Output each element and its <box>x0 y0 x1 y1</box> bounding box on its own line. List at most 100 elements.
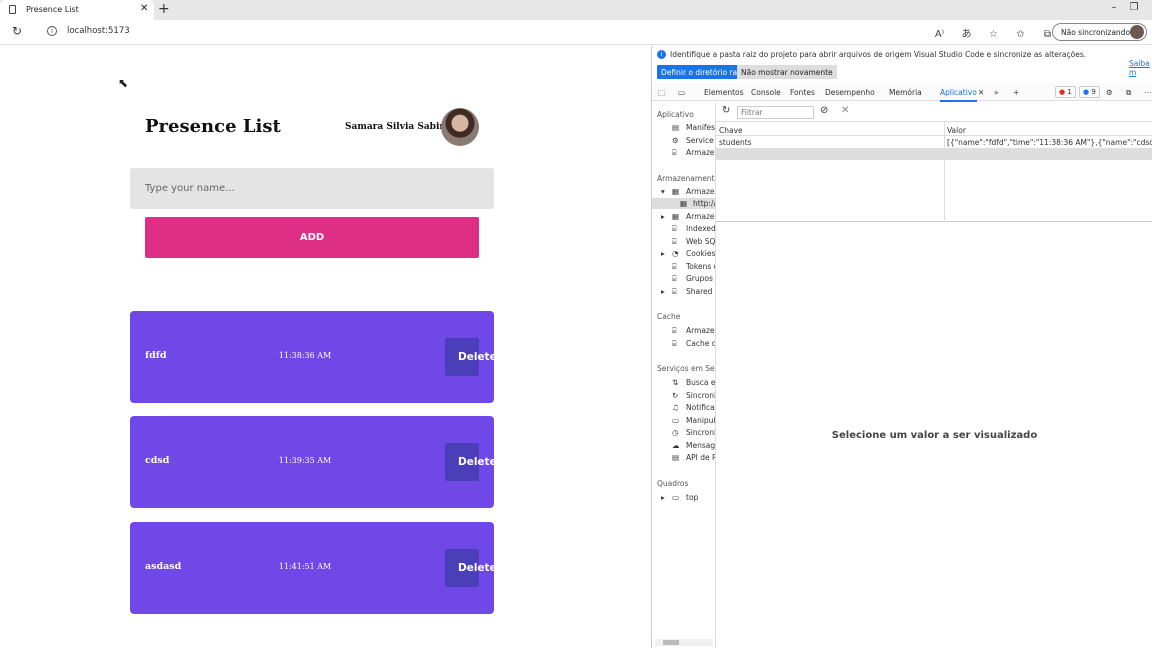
student-time: 11:38:36 AM <box>278 351 332 360</box>
new-tab-icon[interactable]: + <box>158 1 170 17</box>
table-row[interactable]: students [{"name":"fdfd","time":"11:38:3… <box>716 135 1152 148</box>
set-root-button[interactable]: Definir o diretório raiz <box>657 65 748 79</box>
sidebar-item-storage[interactable]: Armazen <box>686 148 715 157</box>
filter-input[interactable] <box>737 106 814 119</box>
minimize-icon[interactable]: – <box>1104 2 1124 13</box>
sidebar-item-localhost[interactable]: http:// <box>693 199 715 208</box>
url-field[interactable]: localhost:5173 <box>67 26 130 36</box>
add-button[interactable]: ADD <box>145 217 479 258</box>
more-options-icon[interactable]: ⋯ <box>1144 88 1152 97</box>
browser-tab[interactable]: Presence List ✕ <box>0 0 154 20</box>
clock-icon: ◷ <box>672 428 679 437</box>
tab-elements[interactable]: Elementos <box>704 88 744 97</box>
read-aloud-icon[interactable]: A⁾ <box>926 29 953 40</box>
favorites-icon[interactable]: ✩ <box>1007 29 1034 40</box>
sidebar-item-session-storage[interactable]: Armazen <box>686 212 715 221</box>
horizontal-scrollbar[interactable] <box>655 639 713 646</box>
database-icon: ⌸ <box>672 274 677 283</box>
reload-icon[interactable]: ↻ <box>12 24 22 38</box>
empty-value-message: Selecione um valor a ser visualizado <box>831 430 1038 441</box>
chevron-right-icon[interactable]: ▸ <box>661 212 665 221</box>
table-row-empty[interactable] <box>716 148 1152 160</box>
tab-performance[interactable]: Desempenho <box>825 88 875 97</box>
notice-text: Identifique a pasta raiz do projeto para… <box>670 50 1087 59</box>
tab-memory[interactable]: Memória <box>889 88 922 97</box>
translate-icon[interactable]: あ <box>953 25 980 40</box>
database-icon: ⌸ <box>672 339 677 348</box>
delete-selected-icon[interactable]: ✕ <box>841 105 849 116</box>
sidebar-item-reporting-api[interactable]: API de R <box>686 453 715 462</box>
message-icon: ● <box>1083 88 1090 96</box>
chevron-right-icon[interactable]: ▸ <box>661 493 665 502</box>
chevron-right-icon[interactable]: ▸ <box>661 287 665 296</box>
device-toggle-icon[interactable]: ▭ <box>678 88 685 97</box>
page-title: Presence List <box>145 116 281 137</box>
sidebar-item-top-frame[interactable]: top <box>686 493 698 502</box>
delete-button[interactable]: Delete <box>445 338 497 376</box>
sidebar-item-periodic-sync[interactable]: Sincroniz <box>686 428 715 437</box>
chevron-down-icon[interactable]: ▾ <box>661 187 665 196</box>
student-card: cdsd 11:39:35 AM Delete <box>130 416 497 508</box>
errors-badge[interactable]: ● 1 <box>1055 86 1076 98</box>
close-tab-icon[interactable]: ✕ <box>140 3 148 14</box>
key-column-header[interactable]: Chave <box>719 126 743 135</box>
value-column-header[interactable]: Valor <box>947 126 966 135</box>
sidebar-item-cache-storage[interactable]: Armazen <box>686 326 715 335</box>
sidebar-item-trust-tokens[interactable]: Tokens d <box>686 262 715 271</box>
chevron-right-icon[interactable]: ▸ <box>661 249 665 258</box>
sidebar-item-indexeddb[interactable]: IndexedD <box>686 224 715 233</box>
table-icon: ▦ <box>672 212 680 221</box>
sidebar-item-payment-handler[interactable]: Manipula <box>686 416 715 425</box>
settings-icon[interactable]: ⚙ <box>1106 88 1113 97</box>
dont-show-button[interactable]: Não mostrar novamente <box>737 65 837 79</box>
section-storage: Armazenamento <box>657 174 716 183</box>
more-tabs-icon[interactable]: » <box>994 88 999 97</box>
add-tab-icon[interactable]: + <box>1013 88 1019 97</box>
sidebar-item-service-workers[interactable]: Service W <box>686 136 715 145</box>
delete-button[interactable]: Delete <box>445 443 497 481</box>
dock-icon[interactable]: ⧉ <box>1126 88 1131 98</box>
restore-icon[interactable]: ❐ <box>1124 2 1144 13</box>
sidebar-item-shared-storage[interactable]: Shared S <box>686 287 715 296</box>
refresh-icon[interactable]: ↻ <box>722 105 730 116</box>
sidebar-item-background-sync[interactable]: Sincroniz <box>686 391 715 400</box>
sidebar-item-push-messaging[interactable]: Mensage <box>686 441 715 450</box>
favorite-add-icon[interactable]: ☆ <box>980 29 1007 40</box>
avatar <box>441 108 479 146</box>
clear-all-icon[interactable]: ⊘ <box>820 105 828 116</box>
database-icon: ⌸ <box>672 224 677 233</box>
sidebar-item-notifications[interactable]: Notificaç <box>686 403 715 412</box>
messages-count: 9 <box>1091 88 1096 96</box>
info-icon: i <box>657 50 666 59</box>
mouse-cursor-icon: ⬉ <box>118 76 129 90</box>
delete-button[interactable]: Delete <box>445 549 497 587</box>
tab-application[interactable]: Aplicativo <box>940 88 977 102</box>
learn-more-link[interactable]: Saiba m <box>1129 59 1150 77</box>
messages-badge[interactable]: ● 9 <box>1079 86 1100 98</box>
section-application: Aplicativo <box>657 110 694 119</box>
toolbar-icons: A⁾ あ ☆ ✩ ⧉ <box>926 25 1061 40</box>
tab-sources[interactable]: Fontes <box>790 88 815 97</box>
tab-console[interactable]: Console <box>751 88 781 97</box>
storage-icon: ⌸ <box>672 148 677 157</box>
student-card: asdasd 11:41:51 AM Delete <box>130 522 497 614</box>
close-tab-icon[interactable]: ✕ <box>978 88 984 97</box>
gear-icon: ⚙ <box>672 136 679 145</box>
sidebar-item-local-storage[interactable]: Armazen <box>686 187 715 196</box>
sidebar-item-cookies[interactable]: Cookies <box>686 249 715 258</box>
database-icon: ⌸ <box>672 287 677 296</box>
sidebar-item-interest-groups[interactable]: Grupos d <box>686 274 715 283</box>
sidebar-item-backforward-cache[interactable]: Cache de <box>686 339 715 348</box>
tab-title: Presence List <box>26 5 79 14</box>
inspect-icon[interactable]: ⬚ <box>658 88 665 97</box>
name-input[interactable] <box>130 168 494 209</box>
bell-icon: ♫ <box>672 403 679 412</box>
student-card: fdfd 11:38:36 AM Delete <box>130 311 497 403</box>
sidebar-item-background-fetch[interactable]: Busca en <box>686 378 715 387</box>
sidebar-item-manifest[interactable]: Manifest <box>686 123 715 132</box>
cloud-icon: ☁ <box>672 441 680 450</box>
profile-sync-button[interactable]: Não sincronizando <box>1052 23 1147 41</box>
site-info-icon[interactable]: i <box>47 26 57 36</box>
sidebar-item-websql[interactable]: Web SQL <box>686 237 715 246</box>
table-icon: ▦ <box>672 187 680 196</box>
